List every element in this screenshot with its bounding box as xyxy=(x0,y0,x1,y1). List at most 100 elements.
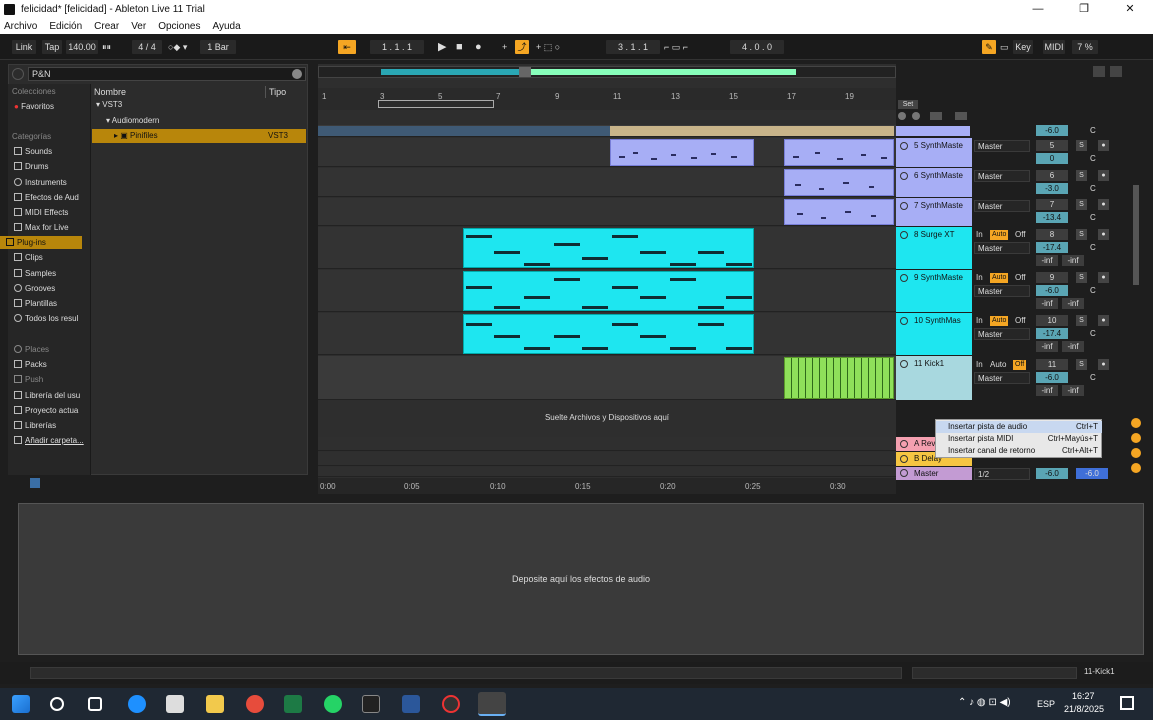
volume-field[interactable]: -17.4 xyxy=(1036,242,1068,253)
arrangement-record-icon[interactable] xyxy=(912,112,920,120)
arm-button[interactable]: ● xyxy=(1098,140,1109,151)
midi-map-button[interactable]: MIDI xyxy=(1043,40,1065,54)
vertical-scrollbar[interactable] xyxy=(1133,185,1139,285)
pan-value[interactable]: C xyxy=(1090,213,1096,222)
output-select[interactable]: Master xyxy=(974,328,1030,340)
ableton-live-taskbar-icon[interactable] xyxy=(478,692,506,716)
fold-icon[interactable] xyxy=(900,202,908,210)
menu-edicion[interactable]: Edición xyxy=(49,21,82,32)
io-toggle-icon[interactable] xyxy=(1131,418,1141,428)
output-select[interactable]: Master xyxy=(974,170,1030,182)
sidebar-item-todos[interactable]: Todos los resul xyxy=(14,312,78,325)
tree-item-vst3[interactable]: ▾ VST3 xyxy=(96,98,122,112)
loop-length-field[interactable]: 4 . 0 . 0 xyxy=(730,40,784,54)
browser-search-input[interactable]: P&N xyxy=(28,67,306,81)
sidebar-item-drums[interactable]: Drums xyxy=(14,160,49,173)
monitor-off-button[interactable]: Off xyxy=(1013,360,1027,370)
arm-button[interactable]: ● xyxy=(1098,229,1109,240)
column-header-type[interactable]: Tipo xyxy=(269,87,286,97)
set-button[interactable]: Set xyxy=(898,100,918,109)
word-icon[interactable] xyxy=(402,695,420,713)
track-number[interactable]: 7 xyxy=(1036,199,1068,210)
lock-icon[interactable] xyxy=(955,112,967,120)
solo-button[interactable]: S xyxy=(1076,170,1087,181)
solo-button[interactable]: S xyxy=(1076,199,1087,210)
arm-button[interactable]: ● xyxy=(1098,359,1109,370)
track-header-top[interactable] xyxy=(896,126,970,136)
arrangement-clip[interactable] xyxy=(318,126,610,136)
tempo-field[interactable]: 140.00 xyxy=(66,40,98,54)
device-view[interactable]: Deposite aquí los efectos de audio xyxy=(18,503,1144,655)
volume-field[interactable]: -6.0 xyxy=(1036,285,1068,296)
track-header-6[interactable]: 6 SynthMaste xyxy=(896,168,972,197)
quantize-select[interactable]: 1 Bar xyxy=(200,40,236,54)
fold-icon[interactable] xyxy=(900,142,908,150)
pan-value[interactable]: C xyxy=(1090,243,1096,252)
menu-insert-return-track[interactable]: Insertar canal de retorno Ctrl+Alt+T xyxy=(936,445,1102,457)
track-header-7[interactable]: 7 SynthMaste xyxy=(896,198,972,226)
volume-field[interactable]: -3.0 xyxy=(1036,183,1068,194)
sidebar-item-packs[interactable]: Packs xyxy=(14,358,47,371)
metronome-icon[interactable]: ○◆ ▾ xyxy=(168,41,187,53)
midi-clip[interactable] xyxy=(784,169,894,196)
midi-clip[interactable] xyxy=(463,228,754,268)
clock-time[interactable]: 16:27 xyxy=(1072,691,1095,701)
language-indicator[interactable]: ESP xyxy=(1037,699,1055,709)
mixer-toggle-icon[interactable] xyxy=(1131,448,1141,458)
sidebar-item-plug-ins[interactable]: Plug-ins xyxy=(0,236,82,249)
arm-button[interactable]: ● xyxy=(1098,272,1109,283)
menu-crear[interactable]: Crear xyxy=(94,21,119,32)
fold-icon[interactable] xyxy=(900,172,908,180)
track-number[interactable]: 5 xyxy=(1036,140,1068,151)
sidebar-item-libraries[interactable]: Librerías xyxy=(14,419,56,432)
capture-icon[interactable]: + ⬚ ○ xyxy=(536,41,560,53)
midi-clip[interactable] xyxy=(463,314,754,354)
add-folder-link[interactable]: Añadir carpeta... xyxy=(14,434,84,447)
play-icon[interactable]: ▶ xyxy=(438,41,446,53)
info-view-icon[interactable] xyxy=(30,478,40,488)
menu-insert-audio-track[interactable]: Insertar pista de audio Ctrl+T xyxy=(936,421,1102,433)
pan-value[interactable]: C xyxy=(1090,373,1096,382)
sidebar-item-samples[interactable]: Samples xyxy=(14,267,56,280)
track-header-10[interactable]: 10 SynthMas xyxy=(896,313,972,355)
stop-icon[interactable]: ■ xyxy=(456,41,463,53)
solo-button[interactable]: S xyxy=(1076,272,1087,283)
menu-archivo[interactable]: Archivo xyxy=(4,21,37,32)
pan-value[interactable]: C xyxy=(1090,184,1096,193)
master-lane[interactable] xyxy=(318,467,896,477)
monitor-off-button[interactable]: Off xyxy=(1015,230,1026,239)
midi-clip[interactable] xyxy=(784,139,894,166)
midi-clip[interactable] xyxy=(610,139,754,166)
sidebar-item-grooves[interactable]: Grooves xyxy=(14,282,55,295)
minimize-button[interactable]: — xyxy=(1015,0,1061,18)
excel-icon[interactable] xyxy=(284,695,302,713)
output-select[interactable]: Master xyxy=(974,242,1030,254)
track-number[interactable]: 6 xyxy=(1036,170,1068,181)
monitor-auto-button[interactable]: Auto xyxy=(990,316,1009,326)
task-view-icon[interactable] xyxy=(88,697,102,711)
pan-value[interactable]: C xyxy=(1090,286,1096,295)
clock-date[interactable]: 21/8/2025 xyxy=(1064,704,1104,714)
input-in-button[interactable]: In xyxy=(976,360,983,369)
volume-field[interactable]: -6.0 xyxy=(1036,372,1068,383)
pan-value[interactable]: C xyxy=(1090,329,1096,338)
arm-button[interactable]: ● xyxy=(1098,199,1109,210)
whatsapp-icon[interactable] xyxy=(324,695,342,713)
fold-icon[interactable] xyxy=(900,440,908,448)
output-select[interactable]: Master xyxy=(974,140,1030,152)
windows-start-icon[interactable] xyxy=(12,695,30,713)
fold-icon[interactable] xyxy=(900,274,908,282)
file-explorer-icon[interactable] xyxy=(206,695,224,713)
monitor-auto-button[interactable]: Auto xyxy=(990,273,1009,283)
key-map-button[interactable]: Key xyxy=(1013,40,1033,54)
sidebar-item-clips[interactable]: Clips xyxy=(14,251,43,264)
browser-toggle-icon[interactable] xyxy=(12,68,24,80)
arm-button[interactable]: ● xyxy=(1098,170,1109,181)
kick-audio-clip[interactable] xyxy=(784,357,894,399)
solo-button[interactable]: S xyxy=(1076,315,1087,326)
sidebar-item-sounds[interactable]: Sounds xyxy=(14,145,52,158)
loop-icon[interactable]: ⌐ ▭ ⌐ xyxy=(664,41,688,53)
sends-toggle-icon[interactable] xyxy=(1131,433,1141,443)
search-icon[interactable] xyxy=(50,697,64,711)
app-icon[interactable] xyxy=(362,695,380,713)
